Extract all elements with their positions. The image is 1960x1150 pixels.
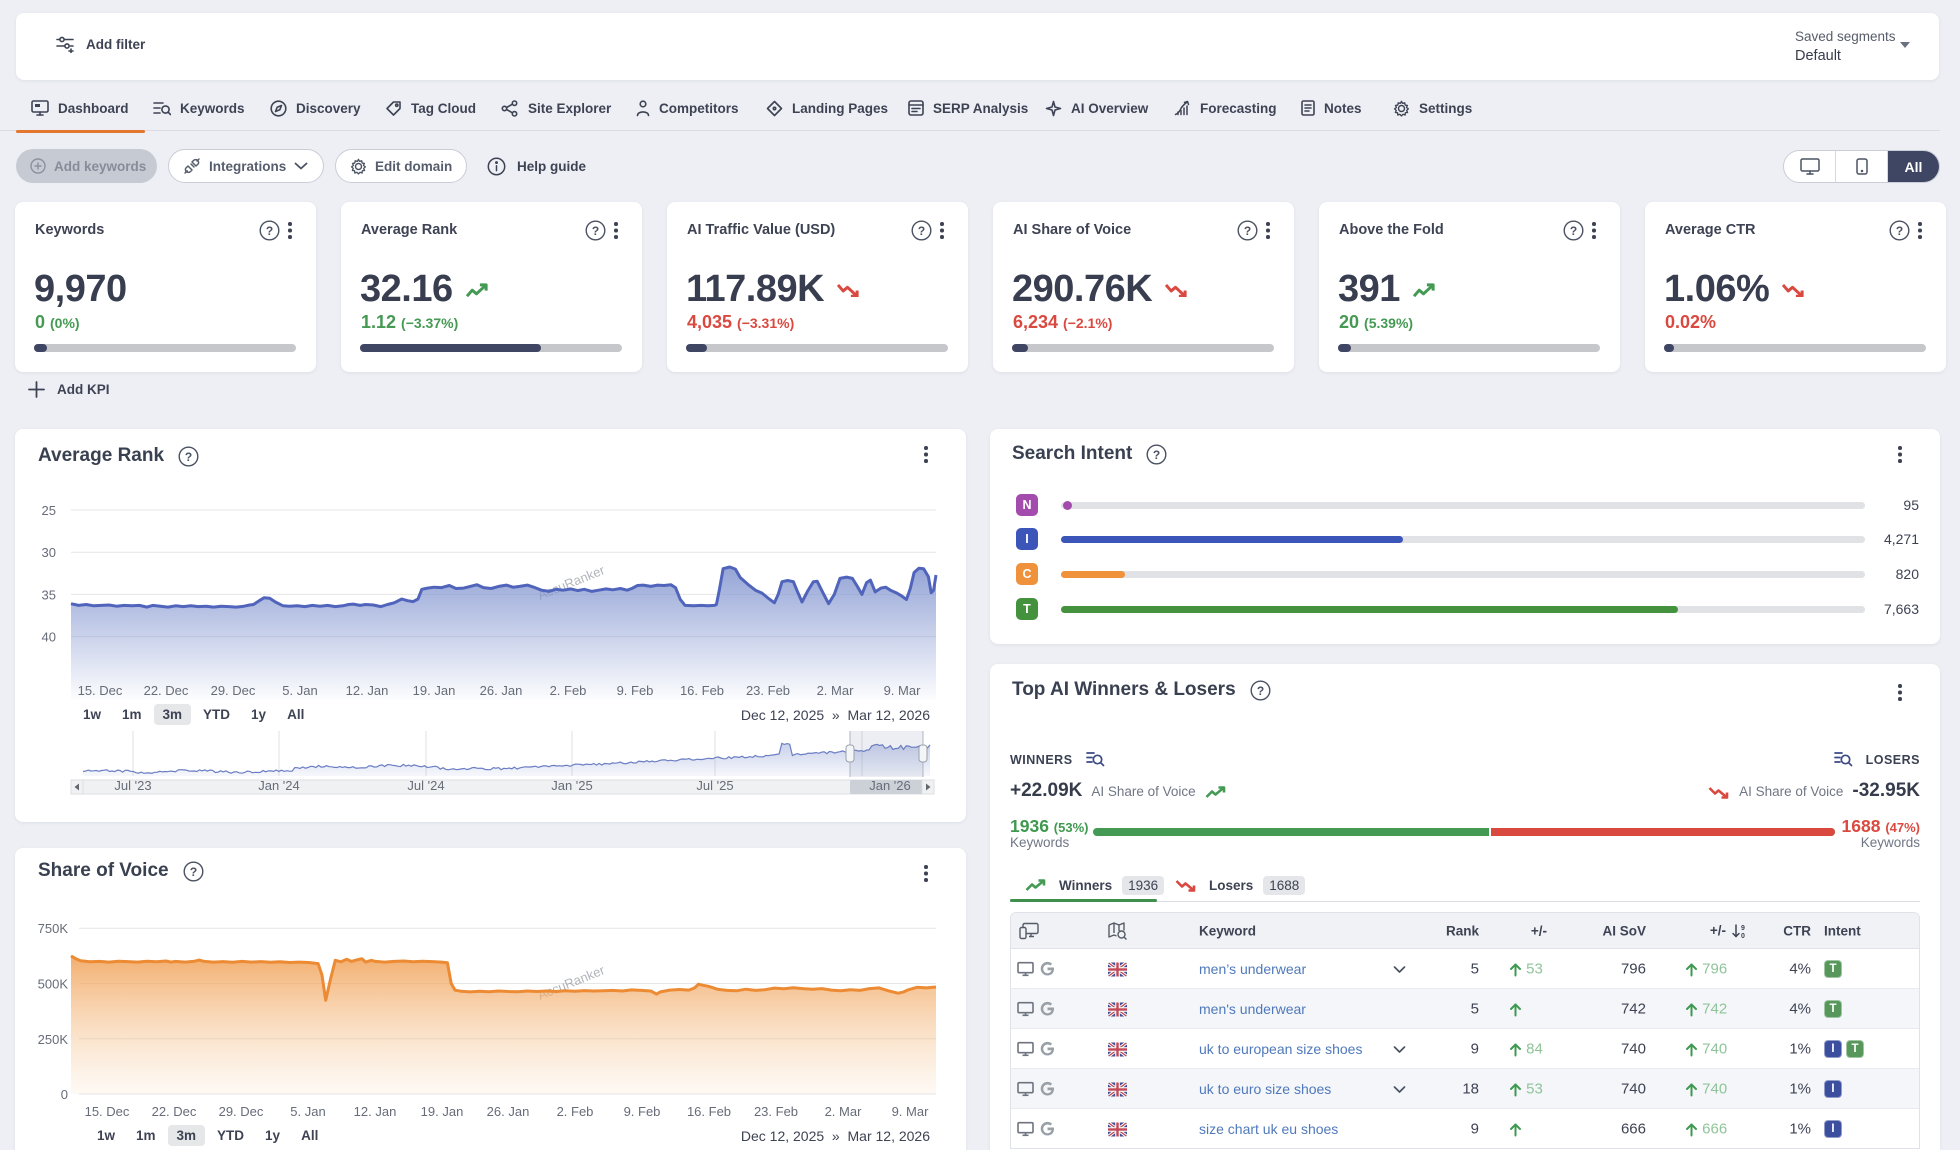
svg-text:9: 9 xyxy=(1741,925,1745,932)
svg-text:?: ? xyxy=(1896,224,1903,238)
svg-text:?: ? xyxy=(185,449,192,463)
svg-text:?: ? xyxy=(918,224,925,238)
svg-text:?: ? xyxy=(1570,224,1577,238)
svg-text:?: ? xyxy=(266,224,273,238)
svg-text:?: ? xyxy=(1153,447,1160,461)
svg-text:?: ? xyxy=(592,224,599,238)
svg-text:?: ? xyxy=(1256,683,1263,697)
svg-text:?: ? xyxy=(1244,224,1251,238)
svg-text:?: ? xyxy=(189,864,196,878)
svg-text:0: 0 xyxy=(1741,933,1745,939)
